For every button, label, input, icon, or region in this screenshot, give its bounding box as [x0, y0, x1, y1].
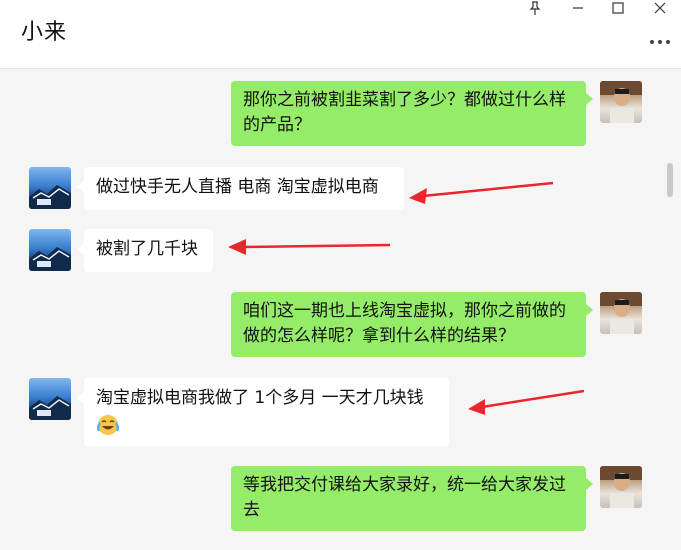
message-text: 被割了几千块 [96, 239, 198, 259]
avatar-other[interactable] [29, 229, 71, 271]
message-text: 做过快手无人直播 电商 淘宝虚拟电商 [96, 177, 379, 197]
message-text: 做的怎么样呢？拿到什么样的结果？ [243, 326, 515, 346]
scrollbar-thumb[interactable] [667, 163, 673, 197]
message-bubble-self[interactable]: 那你之前被割韭菜割了多少？都做过什么样 的产品？ [231, 81, 586, 146]
bubble-tail [586, 304, 593, 316]
close-icon[interactable] [648, 0, 672, 16]
crying-laughing-emoji-icon [96, 413, 437, 445]
bubble-tail [586, 93, 593, 105]
bubble-tail [77, 243, 84, 255]
message-text: 去 [243, 500, 260, 520]
annotation-arrow [468, 389, 585, 415]
message-bubble-self[interactable]: 等我把交付课给大家录好，统一给大家发过 去 [231, 466, 586, 531]
maximize-icon[interactable] [606, 0, 630, 16]
chat-window: 小来 那你之前被割韭菜割了多少？都做过什么样 的产品？ 做过快手无人直播 电商 … [0, 0, 681, 550]
avatar-other[interactable] [29, 378, 71, 420]
message-text: 的产品？ [243, 115, 311, 135]
bubble-tail [77, 392, 84, 404]
message-bubble-other[interactable]: 做过快手无人直播 电商 淘宝虚拟电商 [84, 167, 404, 210]
avatar-self[interactable] [600, 466, 642, 508]
annotation-arrow [409, 181, 554, 204]
chat-title: 小来 [21, 20, 68, 45]
message-text: 那你之前被割韭菜割了多少？都做过什么样 [243, 90, 566, 110]
message-bubble-self[interactable]: 咱们这一期也上线淘宝虚拟，那你之前做的 做的怎么样呢？拿到什么样的结果？ [231, 292, 586, 357]
minimize-icon[interactable] [566, 0, 590, 16]
avatar-self[interactable] [600, 292, 642, 334]
message-list[interactable]: 那你之前被割韭菜割了多少？都做过什么样 的产品？ 做过快手无人直播 电商 淘宝虚… [0, 69, 681, 550]
more-icon[interactable] [647, 33, 673, 45]
message-bubble-other[interactable]: 被割了几千块 [84, 229, 213, 272]
avatar-other[interactable] [29, 167, 71, 209]
avatar-self[interactable] [600, 81, 642, 123]
bubble-tail [77, 181, 84, 193]
bubble-tail [586, 478, 593, 490]
message-bubble-other[interactable]: 淘宝虚拟电商我做了 1个多月 一天才几块钱 [84, 378, 449, 446]
message-text: 咱们这一期也上线淘宝虚拟，那你之前做的 [243, 301, 566, 321]
message-text: 等我把交付课给大家录好，统一给大家发过 [243, 475, 566, 495]
chat-header: 小来 [0, 0, 681, 69]
message-text: 淘宝虚拟电商我做了 1个多月 一天才几块钱 [96, 388, 424, 408]
pin-icon[interactable] [523, 0, 547, 16]
annotation-arrow [228, 239, 391, 255]
